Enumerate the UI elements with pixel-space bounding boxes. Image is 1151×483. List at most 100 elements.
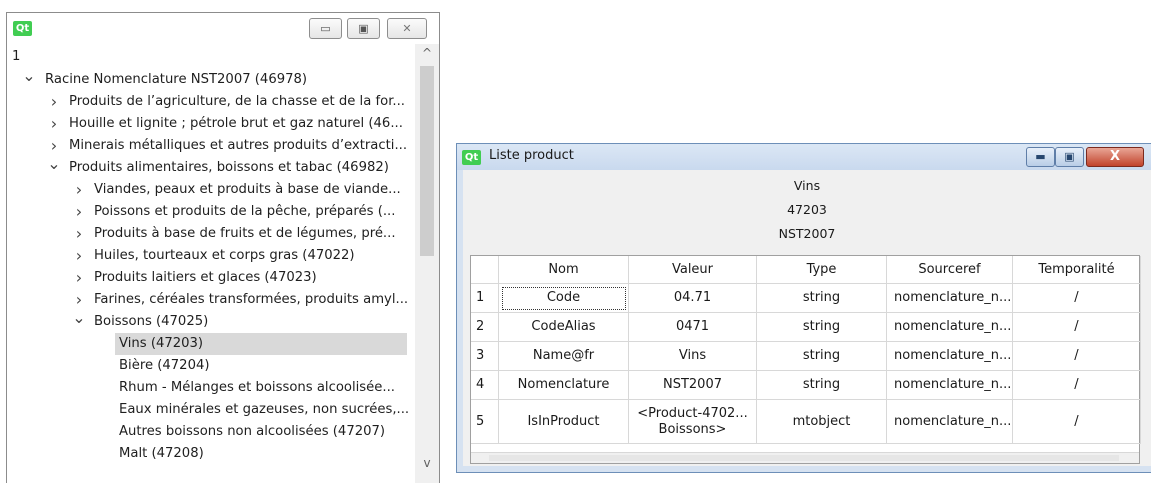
table-cell[interactable]: / [1013, 313, 1141, 342]
table-cell[interactable]: nomenclature_n... [887, 400, 1013, 444]
tree-item-label: Malt (47208) [119, 446, 204, 461]
table-row[interactable]: 2 CodeAlias 0471 string nomenclature_n... / [471, 313, 1149, 342]
chevron-right-icon[interactable]: › [72, 223, 86, 245]
column-header[interactable]: Valeur [629, 256, 757, 284]
maximize-button[interactable]: ▣ [347, 18, 380, 39]
table-cell[interactable]: Name@fr [499, 342, 629, 371]
tree-item-label: Autres boissons non alcoolisées (47207) [119, 424, 386, 439]
table-cell[interactable]: nomenclature_n... [887, 284, 1013, 313]
product-window: Qt Liste product ▬ ▣ X Vins 47203 NST200… [456, 143, 1151, 473]
tree-item-label: Poissons et produits de la pêche, prépar… [94, 204, 396, 219]
chevron-right-icon[interactable]: › [72, 179, 86, 201]
chevron-right-icon[interactable]: › [72, 245, 86, 267]
close-button[interactable]: X [1086, 147, 1144, 167]
tree-item[interactable]: Autres boissons non alcoolisées (47207) [7, 421, 415, 443]
horizontal-scroll-thumb[interactable] [489, 455, 1119, 461]
table-cell[interactable]: nomenclature_n... [887, 313, 1013, 342]
row-number: 5 [471, 400, 499, 444]
tree-item[interactable]: › Produits à base de fruits et de légumes… [7, 223, 415, 245]
table-cell[interactable]: Code [499, 284, 629, 313]
chevron-down-icon[interactable]: ⌄ [22, 68, 36, 84]
tree-view[interactable]: 1 ⌄ Racine Nomenclature NST2007 (46978) › P… [7, 44, 415, 483]
table-cell[interactable]: 04.71 [629, 284, 757, 313]
tree-item-label: Viandes, peaux et produits à base de via… [94, 182, 401, 197]
table-cell[interactable]: string [757, 313, 887, 342]
row-number: 3 [471, 342, 499, 371]
product-id: 47203 [787, 202, 827, 217]
scroll-up-icon[interactable]: ^ [415, 44, 439, 62]
table-cell[interactable]: / [1013, 342, 1141, 371]
close-button[interactable]: ✕ [387, 18, 427, 39]
table-cell[interactable]: nomenclature_n... [887, 371, 1013, 400]
table-cell[interactable]: nomenclature_n... [887, 342, 1013, 371]
scroll-down-icon[interactable]: v [415, 454, 439, 472]
row-number: 2 [471, 313, 499, 342]
tree-window: Qt ▭ ▣ ✕ 1 ⌄ Racine Nomenclature NST2007 … [6, 12, 440, 483]
tree-item[interactable]: › Viandes, peaux et produits à base de vi… [7, 179, 415, 201]
tree-item-label: Eaux minérales et gazeuses, non sucrées,… [119, 402, 410, 417]
table-cell[interactable]: / [1013, 400, 1141, 444]
table-cell[interactable]: <Product-4702... Boissons> [629, 400, 757, 444]
tree-item[interactable]: ⌄ Boissons (47025) [7, 310, 415, 333]
tree-item-label: Produits de l’agriculture, de la chasse … [69, 94, 405, 109]
minimize-button[interactable]: ▬ [1026, 147, 1055, 167]
tree-window-titlebar[interactable]: Qt ▭ ▣ ✕ [7, 13, 439, 44]
tree-item[interactable]: › Huiles, tourteaux et corps gras (47022) [7, 245, 415, 267]
tree-item[interactable]: › Produits laitiers et glaces (47023) [7, 267, 415, 289]
product-nomenclature: NST2007 [778, 226, 836, 241]
table-cell[interactable]: 0471 [629, 313, 757, 342]
chevron-down-icon[interactable]: ⌄ [47, 156, 61, 172]
maximize-button[interactable]: ▣ [1055, 147, 1084, 167]
tree-item[interactable]: › Poissons et produits de la pêche, prépa… [7, 201, 415, 223]
tree-item[interactable]: Bière (47204) [7, 355, 415, 377]
tree-item-label: Rhum - Mélanges et boissons alcoolisée..… [119, 380, 395, 395]
chevron-right-icon[interactable]: › [47, 91, 61, 113]
tree-item[interactable]: Malt (47208) [7, 443, 415, 465]
column-header[interactable]: Temporalité [1013, 256, 1141, 284]
tree-item[interactable]: › Minerais métalliques et autres produits… [7, 135, 415, 157]
table-row[interactable]: 5 IsInProduct <Product-4702... Boissons> mt… [471, 400, 1149, 444]
tree-item[interactable]: ⌄ Racine Nomenclature NST2007 (46978) [7, 68, 415, 91]
table-cell[interactable]: string [757, 284, 887, 313]
table-cell[interactable]: string [757, 342, 887, 371]
tree-item[interactable]: › Farines, céréales transformées, produit… [7, 289, 415, 311]
column-header[interactable]: Nom [499, 256, 629, 284]
table-cell[interactable]: Vins [629, 342, 757, 371]
tree-item[interactable]: › Houille et lignite ; pétrole brut et ga… [7, 113, 415, 135]
table-cell[interactable]: / [1013, 284, 1141, 313]
column-header[interactable]: Type [757, 256, 887, 284]
tree-item[interactable]: Eaux minérales et gazeuses, non sucrées,… [7, 399, 415, 421]
table-row[interactable]: 3 Name@fr Vins string nomenclature_n... / [471, 342, 1149, 371]
table-cell[interactable]: / [1013, 371, 1141, 400]
tree-item[interactable]: ⌄ Produits alimentaires, boissons et taba… [7, 156, 415, 179]
tree-top-value: 1 [12, 49, 21, 64]
product-name: Vins [793, 178, 821, 193]
column-header[interactable]: Sourceref [887, 256, 1013, 284]
horizontal-scrollbar[interactable] [471, 452, 1139, 463]
table-row[interactable]: 1 Code 04.71 string nomenclature_n... / [471, 284, 1149, 313]
tree-item-label: Racine Nomenclature NST2007 (46978) [45, 72, 308, 87]
table-cell[interactable]: mtobject [757, 400, 887, 444]
product-window-titlebar[interactable]: Qt Liste product ▬ ▣ X [457, 144, 1151, 170]
table-cell[interactable]: IsInProduct [499, 400, 629, 444]
properties-table[interactable]: Nom Valeur Type Sourceref Temporalité 1C… [470, 255, 1141, 464]
product-client-area: Vins 47203 NST2007 Nom Valeur Type Sourc… [463, 170, 1151, 466]
tree-item-label: Minerais métalliques et autres produits … [69, 138, 408, 153]
chevron-down-icon[interactable]: ⌄ [72, 310, 86, 326]
vertical-scrollbar[interactable]: ^ v [415, 44, 439, 483]
table-cell[interactable]: string [757, 371, 887, 400]
qt-logo-icon: Qt [462, 150, 481, 165]
chevron-right-icon[interactable]: › [47, 113, 61, 135]
tree-item[interactable]: Vins (47203) [115, 333, 407, 355]
minimize-button[interactable]: ▭ [309, 18, 342, 39]
tree-item[interactable]: › Produits de l’agriculture, de la chasse… [7, 91, 415, 113]
scroll-thumb[interactable] [420, 66, 434, 256]
table-cell[interactable]: CodeAlias [499, 313, 629, 342]
tree-item[interactable]: Rhum - Mélanges et boissons alcoolisée..… [7, 377, 415, 399]
table-cell[interactable]: NST2007 [629, 371, 757, 400]
tree-item-label: Boissons (47025) [94, 314, 209, 329]
chevron-right-icon[interactable]: › [72, 201, 86, 223]
table-row[interactable]: 4 Nomenclature NST2007 string nomenclature_n… [471, 371, 1149, 400]
chevron-right-icon[interactable]: › [72, 267, 86, 289]
table-cell[interactable]: Nomenclature [499, 371, 629, 400]
